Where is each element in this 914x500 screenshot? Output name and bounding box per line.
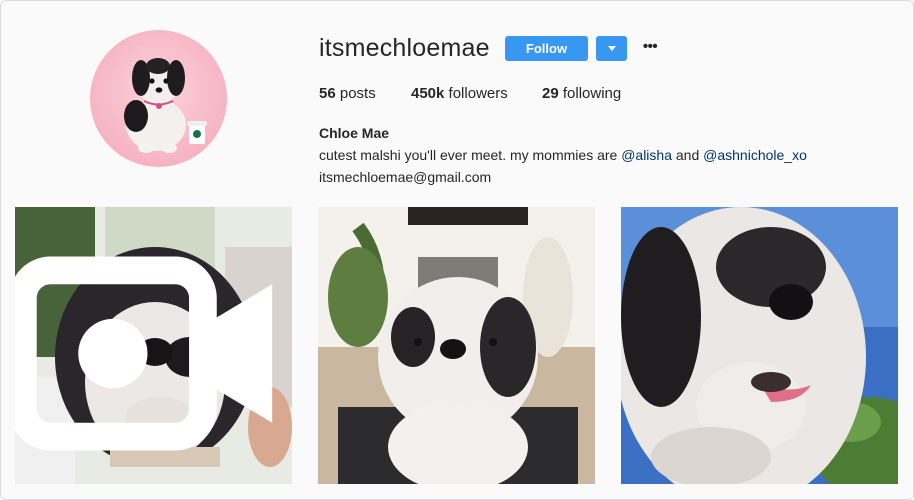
posts-count: 56 bbox=[319, 85, 336, 102]
post-thumbnail[interactable] bbox=[318, 207, 595, 484]
mention-link-ashnichole[interactable]: @ashnichole_xo bbox=[703, 147, 807, 163]
chevron-down-icon bbox=[608, 46, 616, 51]
post-thumbnail[interactable] bbox=[621, 207, 898, 484]
suggestions-dropdown-button[interactable] bbox=[596, 36, 627, 61]
following-label: following bbox=[562, 85, 622, 102]
following-stat[interactable]: 29 following bbox=[542, 85, 621, 102]
mention-link-alisha[interactable]: @alisha bbox=[621, 147, 672, 163]
bio-text-part: and bbox=[672, 147, 704, 163]
bio-text: cutest malshi you'll ever meet. my mommi… bbox=[319, 144, 807, 166]
profile-full-name: Chloe Mae bbox=[319, 125, 390, 141]
video-camera-icon bbox=[15, 256, 273, 451]
posts-stat: 56 posts bbox=[319, 85, 376, 102]
post-thumbnail[interactable] bbox=[15, 207, 292, 484]
profile-email: itsmechloemae@gmail.com bbox=[319, 169, 492, 185]
profile-bio: Chloe Mae cutest malshi you'll ever meet… bbox=[319, 122, 807, 188]
follow-button[interactable]: Follow bbox=[505, 36, 588, 61]
profile-avatar[interactable] bbox=[90, 30, 227, 167]
profile-page: itsmechloemae Follow ••• 56 posts 450k f… bbox=[0, 0, 914, 500]
posts-label: posts bbox=[339, 85, 376, 102]
following-count: 29 bbox=[542, 85, 559, 102]
bio-text-part: cutest malshi you'll ever meet. my mommi… bbox=[319, 147, 622, 163]
followers-stat[interactable]: 450k followers bbox=[411, 85, 508, 102]
followers-label: followers bbox=[448, 85, 508, 102]
profile-username: itsmechloemae bbox=[319, 34, 490, 62]
more-options-button[interactable]: ••• bbox=[640, 35, 660, 59]
followers-count: 450k bbox=[411, 85, 445, 102]
